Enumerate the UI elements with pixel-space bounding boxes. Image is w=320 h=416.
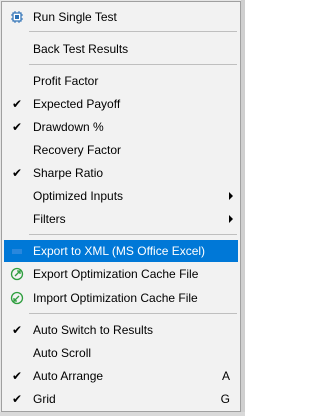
menu-item-label: Drawdown % [33, 120, 104, 134]
menu-item-label: Expected Payoff [33, 97, 121, 111]
menu-item-auto-switch[interactable]: ✔ Auto Switch to Results [4, 319, 238, 341]
background-edge-bottom [0, 412, 245, 416]
menu-item-label: Back Test Results [33, 42, 129, 56]
menu-item-profit-factor[interactable]: Profit Factor [4, 70, 238, 92]
menu-item-shortcut: A [221, 369, 230, 383]
menu-item-label: Sharpe Ratio [33, 166, 104, 180]
menu-item-shortcut: G [220, 392, 230, 406]
menu-item-label: Import Optimization Cache File [33, 291, 198, 305]
menu-item-auto-arrange[interactable]: ✔ Auto Arrange A [4, 365, 238, 387]
checkmark-icon: ✔ [11, 166, 23, 180]
context-menu: Run Single Test Back Test Results Profit… [1, 1, 241, 412]
menu-item-auto-scroll[interactable]: Auto Scroll [4, 342, 238, 364]
menu-item-run-single-test[interactable]: Run Single Test [4, 6, 238, 28]
menu-item-expected-payoff[interactable]: ✔ Expected Payoff [4, 93, 238, 115]
menu-separator [29, 64, 237, 65]
submenu-arrow-icon [229, 215, 233, 223]
menu-item-label: Grid [33, 392, 56, 406]
xml-export-icon [4, 240, 30, 262]
checkmark-icon: ✔ [11, 323, 23, 337]
menu-item-drawdown-percent[interactable]: ✔ Drawdown % [4, 116, 238, 138]
menu-item-back-test-results[interactable]: Back Test Results [4, 38, 238, 60]
checkmark-icon: ✔ [11, 369, 23, 383]
submenu-arrow-icon [229, 192, 233, 200]
checkmark-icon: ✔ [11, 392, 23, 406]
green-import-icon [4, 287, 30, 309]
menu-item-label: Auto Switch to Results [33, 323, 154, 337]
menu-item-filters[interactable]: Filters [4, 208, 238, 230]
menu-item-grid[interactable]: ✔ Grid G [4, 388, 238, 410]
checkmark-icon: ✔ [11, 120, 23, 134]
menu-item-label: Recovery Factor [33, 143, 122, 157]
menu-item-label: Auto Scroll [33, 346, 92, 360]
menu-item-label: Filters [33, 212, 66, 226]
menu-item-label: Export Optimization Cache File [33, 267, 199, 281]
menu-item-import-cache[interactable]: Import Optimization Cache File [4, 287, 238, 309]
menu-item-label: Run Single Test [33, 10, 117, 24]
chip-icon [4, 6, 30, 28]
menu-item-sharpe-ratio[interactable]: ✔ Sharpe Ratio [4, 162, 238, 184]
green-export-icon [4, 263, 30, 285]
menu-item-recovery-factor[interactable]: Recovery Factor [4, 139, 238, 161]
menu-item-label: Export to XML (MS Office Excel) [33, 244, 206, 258]
menu-item-export-xml[interactable]: Export to XML (MS Office Excel) [4, 240, 238, 262]
menu-item-optimized-inputs[interactable]: Optimized Inputs [4, 185, 238, 207]
background-edge-right [241, 0, 245, 416]
checkmark-icon: ✔ [11, 97, 23, 111]
menu-item-label: Profit Factor [33, 74, 99, 88]
menu-item-export-cache[interactable]: Export Optimization Cache File [4, 263, 238, 285]
menu-separator [29, 31, 237, 32]
menu-separator [29, 234, 237, 235]
menu-separator [29, 313, 237, 314]
menu-item-label: Optimized Inputs [33, 189, 124, 203]
menu-item-label: Auto Arrange [33, 369, 104, 383]
